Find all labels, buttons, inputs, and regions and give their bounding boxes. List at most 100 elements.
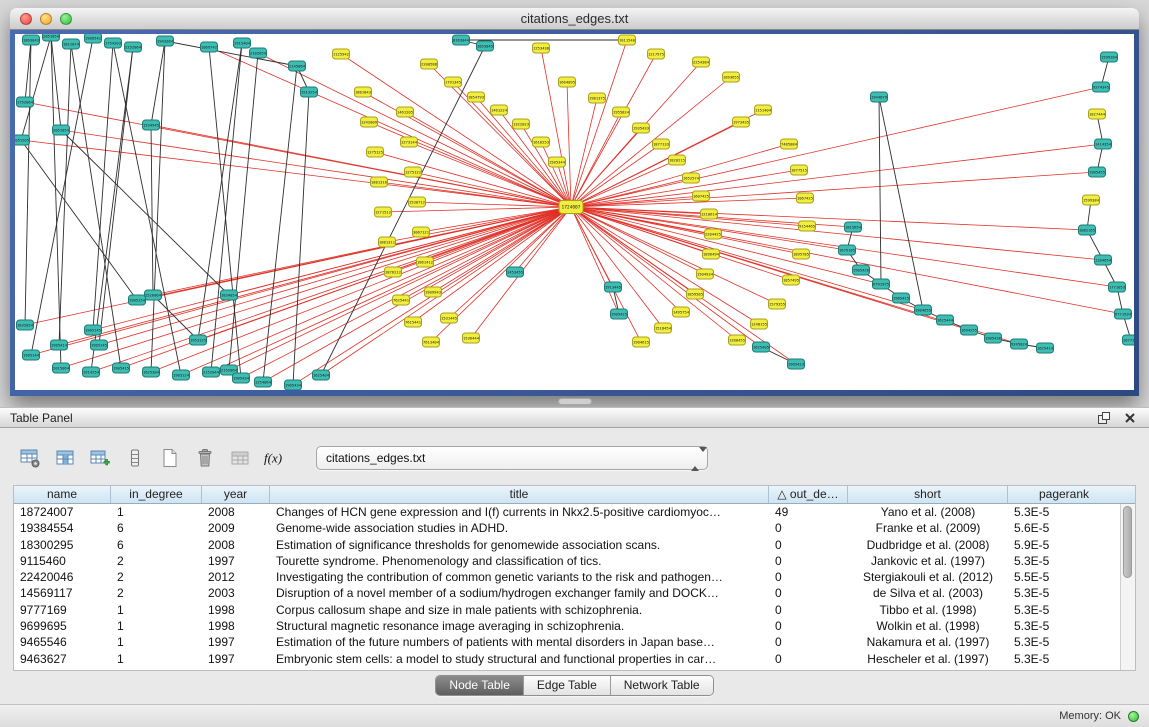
- graph-node[interactable]: 1273144: [401, 137, 418, 147]
- graph-node[interactable]: 1217975: [648, 49, 665, 59]
- column-header-year[interactable]: year: [202, 486, 270, 503]
- graph-node[interactable]: 1652574: [683, 173, 700, 183]
- graph-node[interactable]: 1881311: [379, 237, 396, 247]
- table-row[interactable]: 1872400712008Changes of HCN gene express…: [14, 504, 1120, 520]
- graph-node[interactable]: 1854793: [468, 92, 485, 102]
- table-row[interactable]: 977716911998Corpus callosum shape and si…: [14, 602, 1120, 618]
- splitter-grip-icon[interactable]: [558, 398, 592, 405]
- graph-node[interactable]: 1453455: [507, 267, 524, 277]
- graph-node[interactable]: 1812074: [63, 39, 80, 49]
- graph-node[interactable]: 1248155: [751, 319, 768, 329]
- table-row[interactable]: 946362711997Embryonic stem cells: a mode…: [14, 651, 1120, 667]
- graph-node[interactable]: 1953125: [190, 335, 207, 345]
- graph-node[interactable]: 3067121: [413, 227, 430, 237]
- graph-node[interactable]: 2254384: [693, 57, 710, 67]
- graph-node[interactable]: 1904615: [633, 337, 650, 347]
- delete-button[interactable]: [191, 444, 219, 472]
- import-table-button[interactable]: [226, 444, 254, 472]
- graph-node[interactable]: 8163044: [453, 35, 470, 45]
- graph-node[interactable]: 1754203: [105, 38, 122, 48]
- graph-node[interactable]: 1271512: [375, 207, 392, 217]
- graph-node[interactable]: 1461205: [397, 107, 414, 117]
- graph-node[interactable]: 1616253: [533, 137, 550, 147]
- graph-node[interactable]: 1944879: [871, 92, 888, 102]
- graph-node[interactable]: 1625405: [753, 342, 770, 352]
- show-columns-button[interactable]: [51, 444, 79, 472]
- graph-node[interactable]: 7613404: [423, 337, 440, 347]
- graph-node[interactable]: 1896494: [703, 249, 720, 259]
- graph-node[interactable]: 2204425: [705, 229, 722, 239]
- graph-node[interactable]: 1881843: [355, 87, 372, 97]
- table-row[interactable]: 1830029562008Estimation of significance …: [14, 537, 1120, 553]
- graph-node[interactable]: 1859585: [687, 289, 704, 299]
- graph-node[interactable]: 1104654: [1095, 255, 1112, 265]
- graph-node[interactable]: 1607425: [693, 191, 710, 201]
- column-header-out_degree[interactable]: △ out_de…: [769, 486, 848, 503]
- graph-node[interactable]: 1905415: [113, 363, 130, 373]
- graph-node[interactable]: 1906542: [85, 34, 102, 43]
- minimize-window-button[interactable]: [40, 13, 52, 25]
- graph-node[interactable]: 1599184: [1101, 52, 1118, 62]
- graph-node[interactable]: 1981375: [589, 93, 606, 103]
- graph-node[interactable]: 2526064: [145, 290, 162, 300]
- network-canvas[interactable]: 1863043205105418120741906542175420322520…: [15, 34, 1134, 390]
- new-document-button[interactable]: [156, 444, 184, 472]
- graph-node[interactable]: 2015064: [53, 363, 70, 373]
- tab-node-table[interactable]: Node Table: [436, 676, 524, 695]
- graph-node[interactable]: 1820215: [669, 155, 686, 165]
- graph-node[interactable]: 1791345: [445, 77, 462, 87]
- graph-node[interactable]: 1677193: [1123, 335, 1135, 345]
- graph-node[interactable]: 1151404: [755, 105, 772, 115]
- table-row[interactable]: 1456911722003Disruption of a novel membe…: [14, 585, 1120, 601]
- graph-node[interactable]: 7625441: [393, 295, 410, 305]
- graph-node[interactable]: 1905145: [85, 325, 102, 335]
- graph-node[interactable]: 1905145: [91, 340, 108, 350]
- graph-node[interactable]: 1531445: [441, 313, 458, 323]
- graph-node[interactable]: 1253438: [533, 43, 550, 53]
- graph-node[interactable]: 1599384: [1083, 195, 1100, 205]
- graph-node[interactable]: 2051205: [15, 135, 30, 145]
- table-row[interactable]: 946554611997Estimation of the future num…: [14, 634, 1120, 650]
- graph-node[interactable]: 7615441: [405, 317, 422, 327]
- column-header-title[interactable]: title: [270, 486, 769, 503]
- graph-node[interactable]: 1905434: [233, 373, 250, 383]
- graph-node[interactable]: 2102654: [250, 48, 267, 58]
- graph-node[interactable]: 1915404: [234, 38, 251, 48]
- graph-node[interactable]: 1913445: [605, 282, 622, 292]
- graph-node[interactable]: 1834054: [221, 290, 238, 300]
- graph-node[interactable]: 1973435: [733, 117, 750, 127]
- graph-node[interactable]: 1694255: [961, 325, 978, 335]
- graph-node[interactable]: 1625404: [313, 370, 330, 380]
- graph-node[interactable]: 1625304: [143, 367, 160, 377]
- network-window-titlebar[interactable]: citations_edges.txt: [10, 8, 1139, 30]
- graph-node[interactable]: 1861412: [417, 257, 434, 267]
- graph-node[interactable]: 1877515: [791, 165, 808, 175]
- graph-node[interactable]: 1530712: [409, 197, 426, 207]
- graph-node[interactable]: 1914254: [83, 367, 100, 377]
- graph-node[interactable]: 1935433: [633, 123, 650, 133]
- graph-node[interactable]: 7485084: [781, 139, 798, 149]
- graph-node[interactable]: 1905414: [51, 340, 68, 350]
- graph-node[interactable]: 6771934: [1115, 309, 1132, 319]
- graph-node[interactable]: 1067425: [797, 193, 814, 203]
- graph-node[interactable]: 1242009: [361, 117, 378, 127]
- graph-node[interactable]: 1913254: [301, 87, 318, 97]
- graph-node[interactable]: 9274345: [1093, 82, 1110, 92]
- graph-node[interactable]: 1827444: [1089, 109, 1106, 119]
- graph-node[interactable]: 1210614: [701, 209, 718, 219]
- graph-node[interactable]: 1904655: [915, 305, 932, 315]
- graph-node[interactable]: 1679185: [839, 245, 856, 255]
- float-panel-icon[interactable]: [1095, 410, 1113, 426]
- tab-edge-table[interactable]: Edge Table: [524, 676, 611, 695]
- table-row[interactable]: 911546021997Tourette syndrome. Phenomeno…: [14, 553, 1120, 569]
- graph-node[interactable]: 1863043: [23, 35, 40, 45]
- graph-node[interactable]: 1752064: [17, 97, 34, 107]
- table-source-select[interactable]: citations_edges.txt: [316, 446, 708, 470]
- graph-node[interactable]: 2152044: [203, 367, 220, 377]
- graph-node[interactable]: 1905423: [788, 359, 805, 369]
- graph-node[interactable]: 1857495: [783, 275, 800, 285]
- graph-node[interactable]: 1625444: [937, 315, 954, 325]
- graph-node[interactable]: 1011540: [619, 35, 636, 45]
- graph-node[interactable]: 1905154: [129, 295, 146, 305]
- edit-columns-button[interactable]: [86, 444, 114, 472]
